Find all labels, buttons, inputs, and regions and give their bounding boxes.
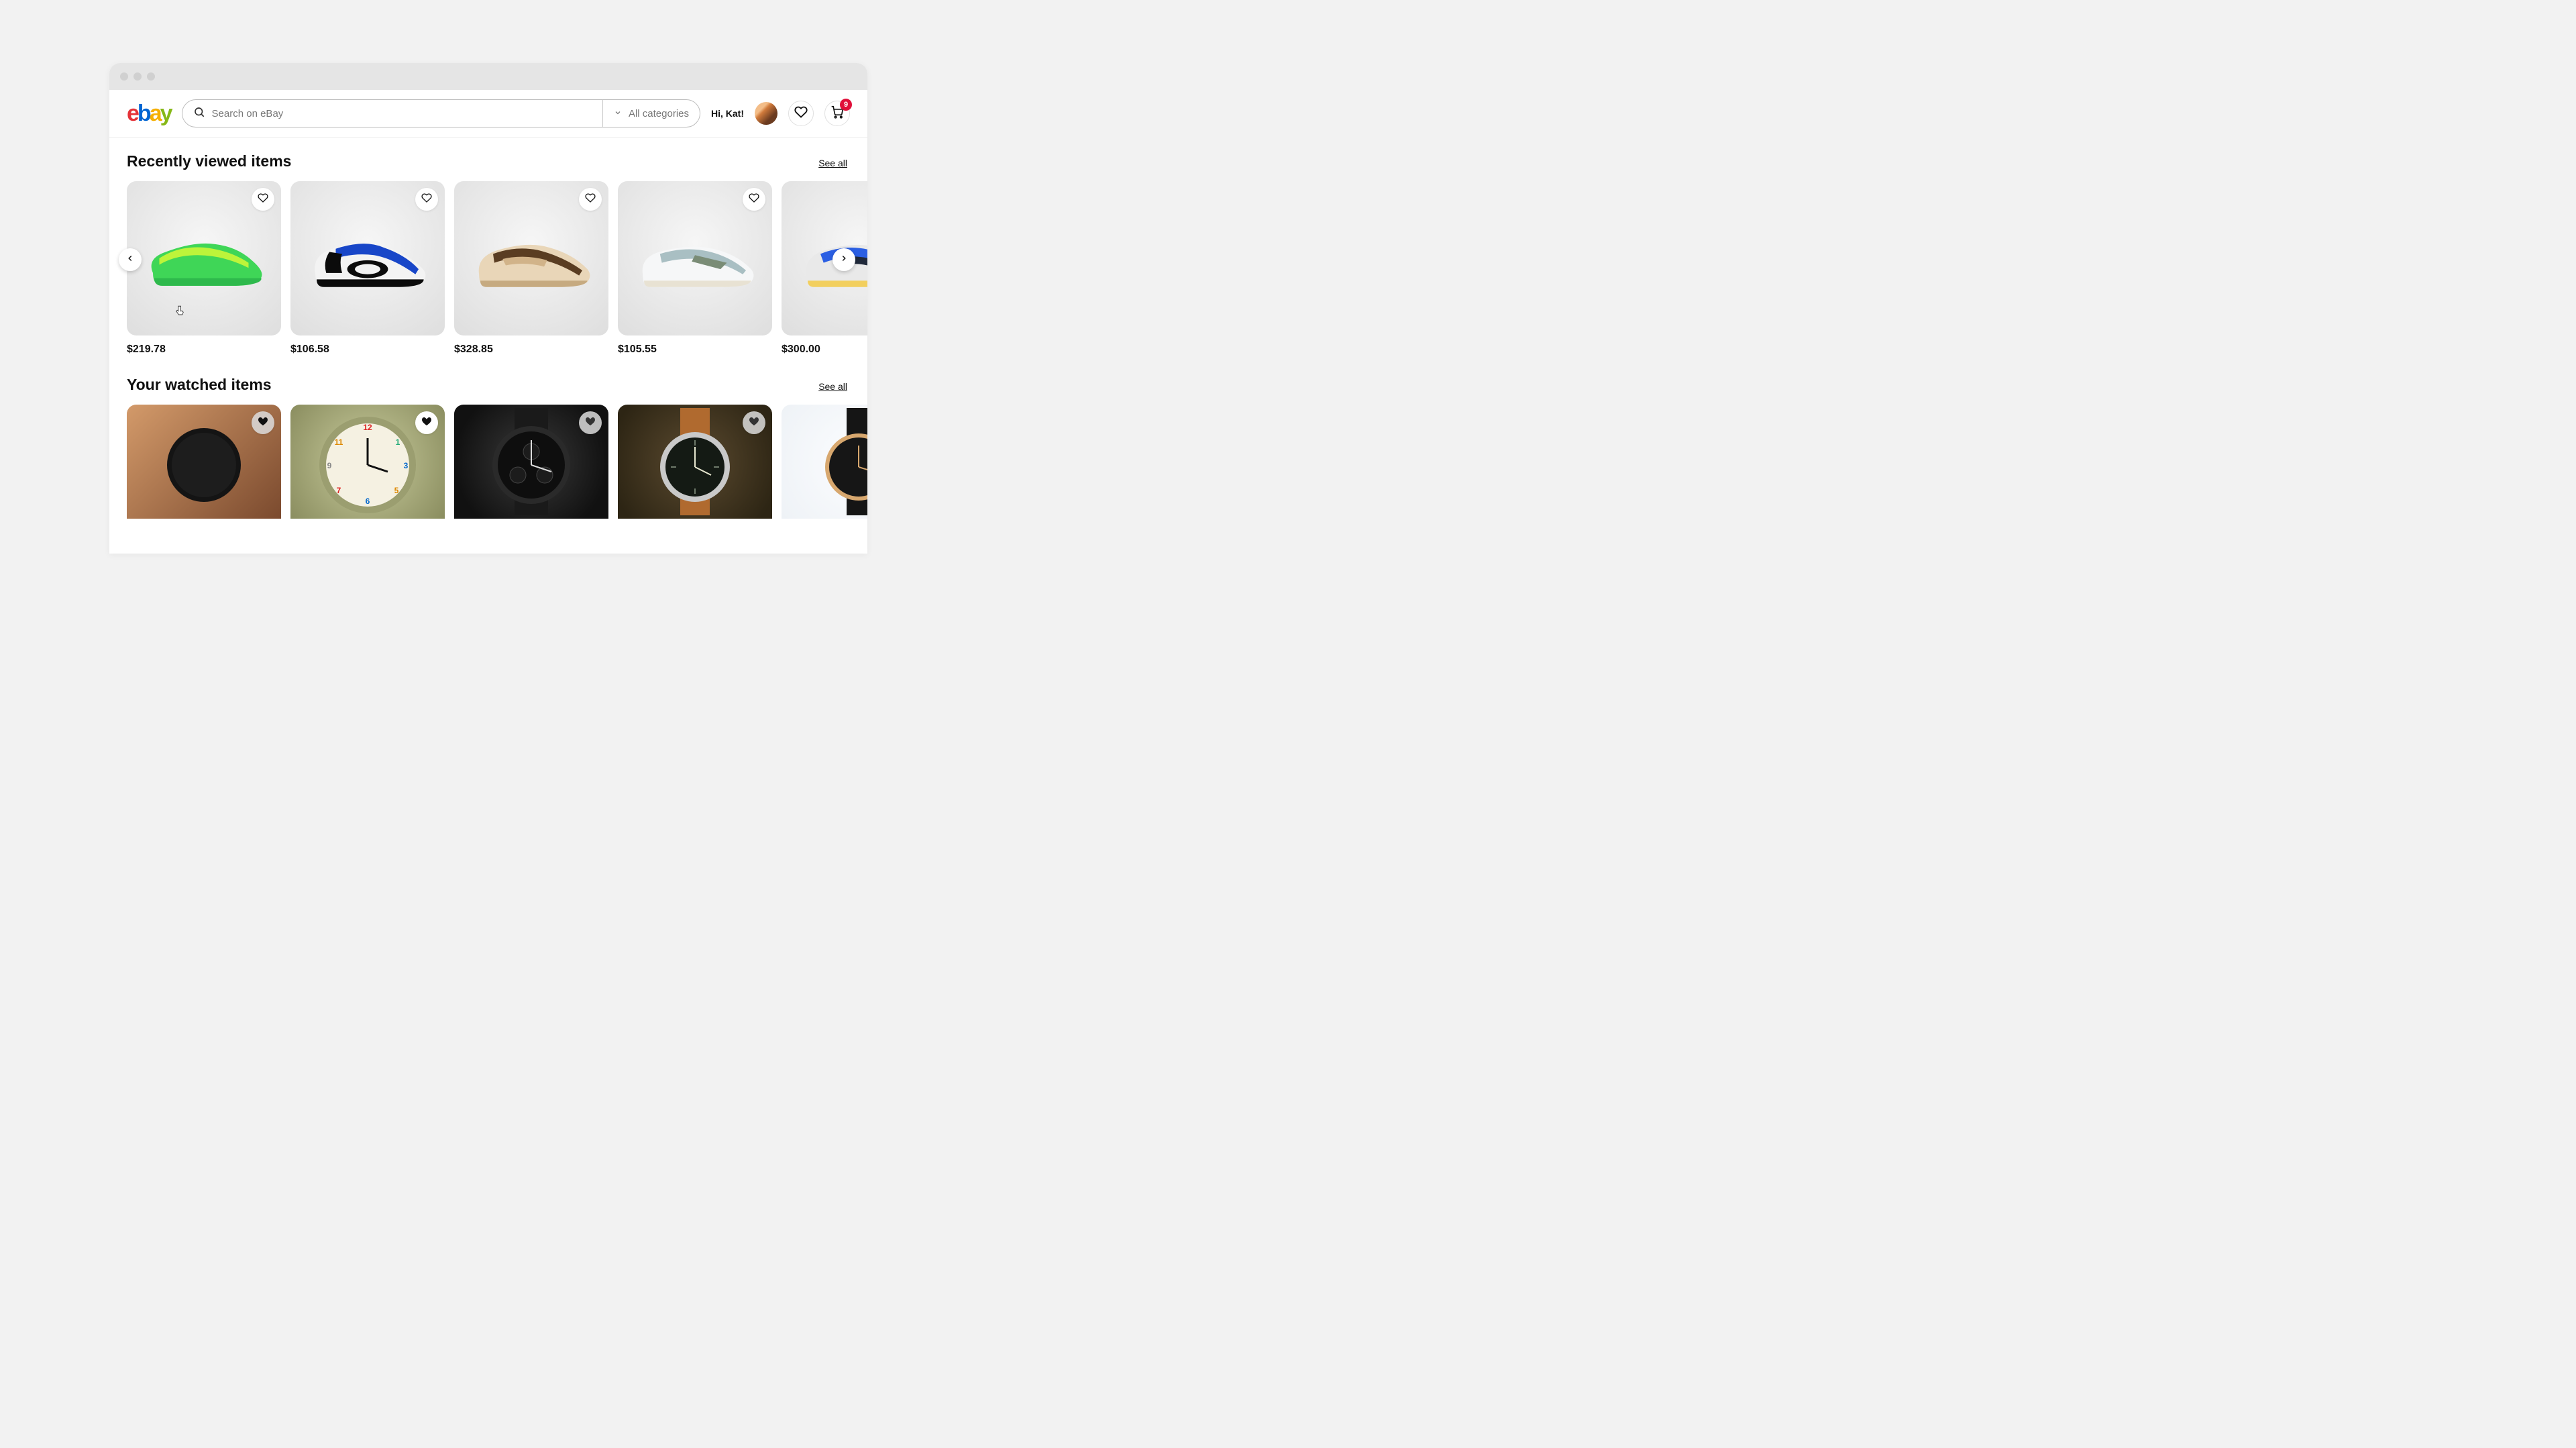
favorite-toggle[interactable]	[579, 188, 602, 211]
ebay-logo[interactable]: ebay	[127, 101, 171, 127]
svg-text:3: 3	[404, 461, 409, 470]
product-image: 12 1 3 5 6 7 9 11	[290, 405, 445, 519]
heart-outline-icon	[258, 193, 268, 207]
section-title: Recently viewed items	[127, 152, 291, 170]
heart-filled-icon	[749, 416, 759, 430]
product-card[interactable]: 12 1 3 5 6 7 9 11	[290, 405, 445, 519]
chevron-left-icon	[125, 254, 135, 266]
favorite-toggle[interactable]	[252, 188, 274, 211]
search-bar: All categories	[182, 99, 700, 127]
heart-filled-icon	[421, 416, 432, 430]
product-card[interactable]: $105.55	[618, 181, 772, 356]
product-card[interactable]: $328.85	[454, 181, 608, 356]
site-header: ebay All categories Hi, Kat!	[109, 90, 867, 138]
svg-text:1: 1	[396, 437, 400, 447]
product-card[interactable]: $300.00	[782, 181, 867, 356]
avatar[interactable]	[755, 102, 777, 125]
category-label: All categories	[629, 108, 689, 119]
product-price: $300.00	[782, 344, 867, 356]
favorite-toggle[interactable]	[415, 188, 438, 211]
product-price: $105.55	[618, 344, 772, 356]
cursor-icon	[174, 305, 186, 317]
product-image	[618, 181, 772, 335]
section-head-recent: Recently viewed items See all	[127, 152, 867, 170]
carousel-recent: $219.78 $106.58	[127, 181, 867, 356]
product-price: $328.85	[454, 344, 608, 356]
favorites-button[interactable]	[788, 101, 814, 126]
cart-badge: 9	[840, 99, 852, 111]
section-head-watched: Your watched items See all	[127, 376, 867, 394]
window-minimize-icon[interactable]	[133, 72, 142, 81]
svg-text:11: 11	[335, 437, 343, 447]
favorite-toggle[interactable]	[579, 411, 602, 434]
product-image	[618, 405, 772, 519]
browser-window: ebay All categories Hi, Kat!	[109, 63, 867, 554]
sneaker-icon	[468, 221, 595, 295]
favorite-toggle[interactable]	[252, 411, 274, 434]
svg-text:7: 7	[337, 486, 341, 495]
sneaker-icon	[631, 221, 759, 295]
see-all-link[interactable]: See all	[818, 381, 847, 392]
watch-icon: 12 1 3 5 6 7 9 11	[311, 405, 425, 519]
window-maximize-icon[interactable]	[147, 72, 155, 81]
product-card[interactable]: $106.58	[290, 181, 445, 356]
carousel-prev-button[interactable]	[119, 248, 142, 271]
product-image	[127, 181, 281, 335]
favorite-toggle[interactable]	[743, 188, 765, 211]
category-select[interactable]: All categories	[603, 108, 700, 119]
search-input[interactable]	[212, 108, 592, 119]
sneaker-icon	[795, 221, 867, 295]
favorite-toggle[interactable]	[415, 411, 438, 434]
section-title: Your watched items	[127, 376, 272, 394]
chevron-right-icon	[839, 254, 849, 266]
heart-filled-icon	[585, 416, 596, 430]
heart-outline-icon	[585, 193, 596, 207]
product-price: $219.78	[127, 344, 281, 356]
carousel-next-button[interactable]	[833, 248, 855, 271]
search-left	[182, 106, 602, 121]
carousel-watched: 12 1 3 5 6 7 9 11	[127, 405, 867, 519]
product-image	[454, 405, 608, 519]
product-image	[454, 181, 608, 335]
watch-icon	[641, 408, 749, 515]
product-card[interactable]	[127, 405, 281, 519]
product-card[interactable]	[782, 405, 867, 519]
product-image	[782, 405, 867, 519]
browser-chrome	[109, 63, 867, 90]
see-all-link[interactable]: See all	[818, 158, 847, 168]
product-card[interactable]	[618, 405, 772, 519]
greeting-text: Hi, Kat!	[711, 108, 744, 119]
cart-button[interactable]: 9	[824, 101, 850, 126]
watch-icon	[805, 408, 867, 515]
svg-text:6: 6	[366, 497, 370, 506]
window-close-icon[interactable]	[120, 72, 128, 81]
heart-outline-icon	[749, 193, 759, 207]
svg-text:5: 5	[394, 486, 399, 495]
heart-icon	[794, 105, 808, 122]
heart-filled-icon	[258, 416, 268, 430]
product-image	[290, 181, 445, 335]
search-icon	[193, 106, 205, 121]
product-image	[127, 405, 281, 519]
product-card[interactable]: $219.78	[127, 181, 281, 356]
favorite-toggle[interactable]	[743, 411, 765, 434]
main-content: Recently viewed items See all	[109, 138, 867, 554]
watch-icon	[154, 411, 254, 512]
product-card[interactable]	[454, 405, 608, 519]
svg-text:12: 12	[363, 423, 372, 432]
watch-icon	[478, 408, 585, 515]
sneaker-icon	[140, 221, 268, 295]
svg-text:9: 9	[327, 461, 332, 470]
product-price: $106.58	[290, 344, 445, 356]
heart-outline-icon	[421, 193, 432, 207]
chevron-down-icon	[614, 108, 622, 119]
sneaker-icon	[304, 221, 431, 295]
